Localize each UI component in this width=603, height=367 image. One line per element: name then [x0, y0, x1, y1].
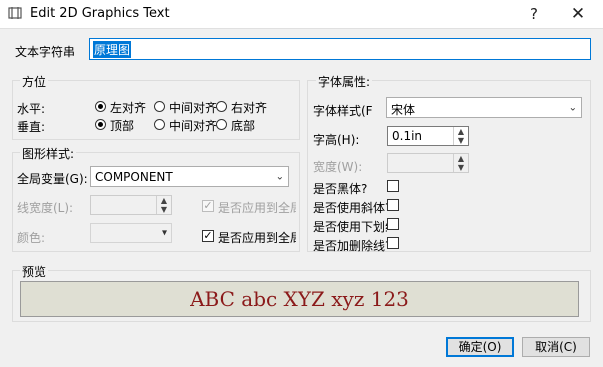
h-center-radio[interactable] — [154, 101, 165, 112]
spin-up-icon: ▲ — [457, 154, 465, 163]
preview-title: 预览 — [20, 263, 49, 280]
close-button[interactable]: ✕ — [566, 3, 590, 25]
text-string-value: 原理图 — [93, 41, 132, 58]
spin-up-icon: ▲ — [160, 196, 168, 205]
font-height-input[interactable]: 0.1in ▲ ▼ — [387, 126, 469, 146]
h-center-label: 中间对齐 — [169, 101, 218, 115]
font-height-spinner[interactable]: ▲ ▼ — [453, 127, 468, 145]
spin-down-icon: ▼ — [160, 205, 168, 214]
apply-all-1-checkbox[interactable]: ✓ — [202, 200, 214, 212]
position-group-title: 方位 — [20, 73, 49, 90]
text-string-input[interactable]: 原理图 — [89, 38, 591, 60]
app-icon — [8, 7, 22, 19]
v-bottom-radio[interactable] — [216, 119, 227, 130]
font-style-select[interactable]: 宋体 ⌄ — [386, 97, 582, 118]
apply-all-2-label: 是否应用到全局 — [218, 231, 296, 245]
global-var-label: 全局变量(G): — [17, 172, 88, 186]
italic-label: 是否使用斜体? — [313, 201, 387, 215]
spin-down-icon: ▼ — [457, 163, 465, 172]
v-top-radio[interactable] — [95, 119, 106, 130]
line-width-label: 线宽度(L): — [17, 201, 74, 215]
font-height-value: 0.1in — [392, 129, 423, 143]
h-left-label: 左对齐 — [110, 101, 147, 115]
underline-checkbox[interactable] — [387, 218, 399, 230]
graphic-style-group-title: 图形样式: — [20, 145, 77, 162]
width-input[interactable]: ▲ ▼ — [387, 153, 469, 173]
apply-all-2-checkbox[interactable]: ✓ — [202, 230, 214, 242]
spin-up-icon: ▲ — [457, 127, 465, 136]
vertical-label: 垂直: — [17, 120, 46, 134]
h-left-radio[interactable] — [95, 101, 106, 112]
bold-checkbox[interactable] — [387, 180, 399, 192]
color-label: 颜色: — [17, 231, 46, 245]
h-right-label: 右对齐 — [231, 101, 268, 115]
font-props-group-title: 字体属性: — [316, 73, 373, 90]
h-right-radio[interactable] — [216, 101, 227, 112]
italic-checkbox[interactable] — [387, 199, 399, 211]
font-style-value: 宋体 — [391, 103, 416, 117]
chevron-down-icon: ▾ — [161, 227, 167, 239]
width-spinner[interactable]: ▲ ▼ — [453, 154, 468, 172]
font-height-label: 字高(H): — [313, 133, 360, 147]
spin-down-icon: ▼ — [457, 136, 465, 145]
ok-button[interactable]: 确定(O) — [446, 337, 514, 357]
v-bottom-label: 底部 — [231, 119, 256, 133]
global-var-value: COMPONENT — [95, 170, 173, 184]
cancel-button[interactable]: 取消(C) — [522, 337, 590, 357]
global-var-select[interactable]: COMPONENT ⌄ — [90, 166, 289, 187]
strike-label: 是否加删除线? — [313, 239, 387, 253]
line-width-input[interactable]: ▲ ▼ — [90, 195, 172, 215]
strike-checkbox[interactable] — [387, 237, 399, 249]
text-string-label: 文本字符串 — [15, 45, 76, 59]
color-select[interactable]: ▾ — [90, 223, 172, 243]
apply-all-1-label: 是否应用到全局 — [218, 201, 296, 215]
bold-label: 是否黑体? — [313, 182, 368, 196]
font-style-label: 字体样式(F — [313, 104, 373, 118]
chevron-down-icon: ⌄ — [568, 102, 577, 113]
chevron-down-icon: ⌄ — [275, 171, 284, 182]
underline-label: 是否使用下划线 — [313, 220, 387, 234]
v-center-label: 中间对齐 — [169, 119, 218, 133]
window-title: Edit 2D Graphics Text — [30, 6, 170, 21]
v-center-radio[interactable] — [154, 119, 165, 130]
width-label: 宽度(W): — [313, 160, 363, 174]
preview-box: ABC abc XYZ xyz 123 — [20, 281, 579, 317]
horizontal-label: 水平: — [17, 102, 46, 116]
help-button[interactable]: ? — [522, 3, 546, 25]
line-width-spinner[interactable]: ▲ ▼ — [156, 196, 171, 214]
v-top-label: 顶部 — [110, 119, 135, 133]
